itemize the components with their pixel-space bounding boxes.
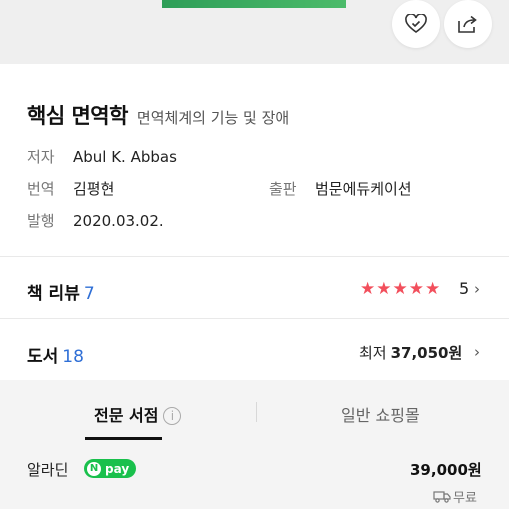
stores-label: 도서 <box>27 347 59 367</box>
divider <box>0 256 509 257</box>
star-rating: ★ ★ ★ ★ ★ <box>360 279 440 299</box>
star-icon: ★ <box>425 279 441 299</box>
chevron-right-icon[interactable]: › <box>474 343 480 361</box>
active-tab-indicator <box>85 437 162 440</box>
star-icon: ★ <box>376 279 392 299</box>
star-icon: ★ <box>392 279 408 299</box>
naver-n-icon: N <box>87 461 101 476</box>
shipping-text: 무료 <box>453 491 477 506</box>
divider <box>0 318 509 319</box>
chevron-right-icon[interactable]: › <box>474 280 480 298</box>
translator-label: 번역 <box>27 180 55 198</box>
tab-separator <box>256 402 257 422</box>
published-value: 2020.03.02. <box>73 212 164 230</box>
translator-value[interactable]: 김평현 <box>73 180 114 198</box>
publisher-label: 출판 <box>269 180 297 198</box>
heart-check-icon <box>405 14 427 33</box>
info-icon[interactable]: i <box>163 407 182 425</box>
published-label: 발행 <box>27 212 55 230</box>
store-price[interactable]: 39,000원 <box>410 459 482 480</box>
author-value[interactable]: Abul K. Abbas <box>73 148 177 166</box>
published-row: 발행 2020.03.02. <box>27 210 164 231</box>
store-name[interactable]: 알라딘 <box>27 459 68 480</box>
reviews-label: 책 리뷰 <box>27 284 80 304</box>
tab-label: 일반 쇼핑몰 <box>341 406 420 425</box>
lowest-price-value: 37,050원 <box>390 344 463 362</box>
shipping-info: 무료 <box>433 487 477 506</box>
translator-row: 번역 김평현 <box>27 178 114 199</box>
star-icon: ★ <box>408 279 424 299</box>
share-button[interactable] <box>444 0 492 48</box>
tab-label: 전문 서점 <box>94 406 159 425</box>
lowest-price[interactable]: 최저 37,050원 <box>359 342 462 363</box>
book-cover-image[interactable] <box>162 0 346 8</box>
tab-general-shopping[interactable]: 일반 쇼핑몰 <box>341 402 420 426</box>
title-row: 핵심 면역학 면역체계의 기능 및 장애 <box>27 100 289 130</box>
publisher-value[interactable]: 범문에듀케이션 <box>315 180 412 198</box>
reviews-count: 7 <box>83 284 95 304</box>
book-subtitle: 면역체계의 기능 및 장애 <box>136 109 290 127</box>
like-button[interactable] <box>392 0 440 48</box>
stores-row[interactable]: 도서 18 <box>27 342 84 367</box>
npay-label: pay <box>105 461 130 476</box>
npay-badge: Npay <box>84 459 137 478</box>
stores-count: 18 <box>62 347 84 367</box>
star-icon: ★ <box>360 279 376 299</box>
lowest-label: 최저 <box>359 344 387 362</box>
truck-icon <box>433 490 451 503</box>
book-title: 핵심 면역학 <box>27 104 128 128</box>
rating-value: 5 <box>459 279 470 298</box>
publisher-row: 출판 범문에듀케이션 <box>269 178 412 199</box>
author-row: 저자 Abul K. Abbas <box>27 146 177 167</box>
author-label: 저자 <box>27 148 55 166</box>
tab-specialty-bookstores[interactable]: 전문 서점 i <box>94 402 182 426</box>
share-icon <box>458 15 477 33</box>
reviews-row[interactable]: 책 리뷰 7 <box>27 279 95 304</box>
